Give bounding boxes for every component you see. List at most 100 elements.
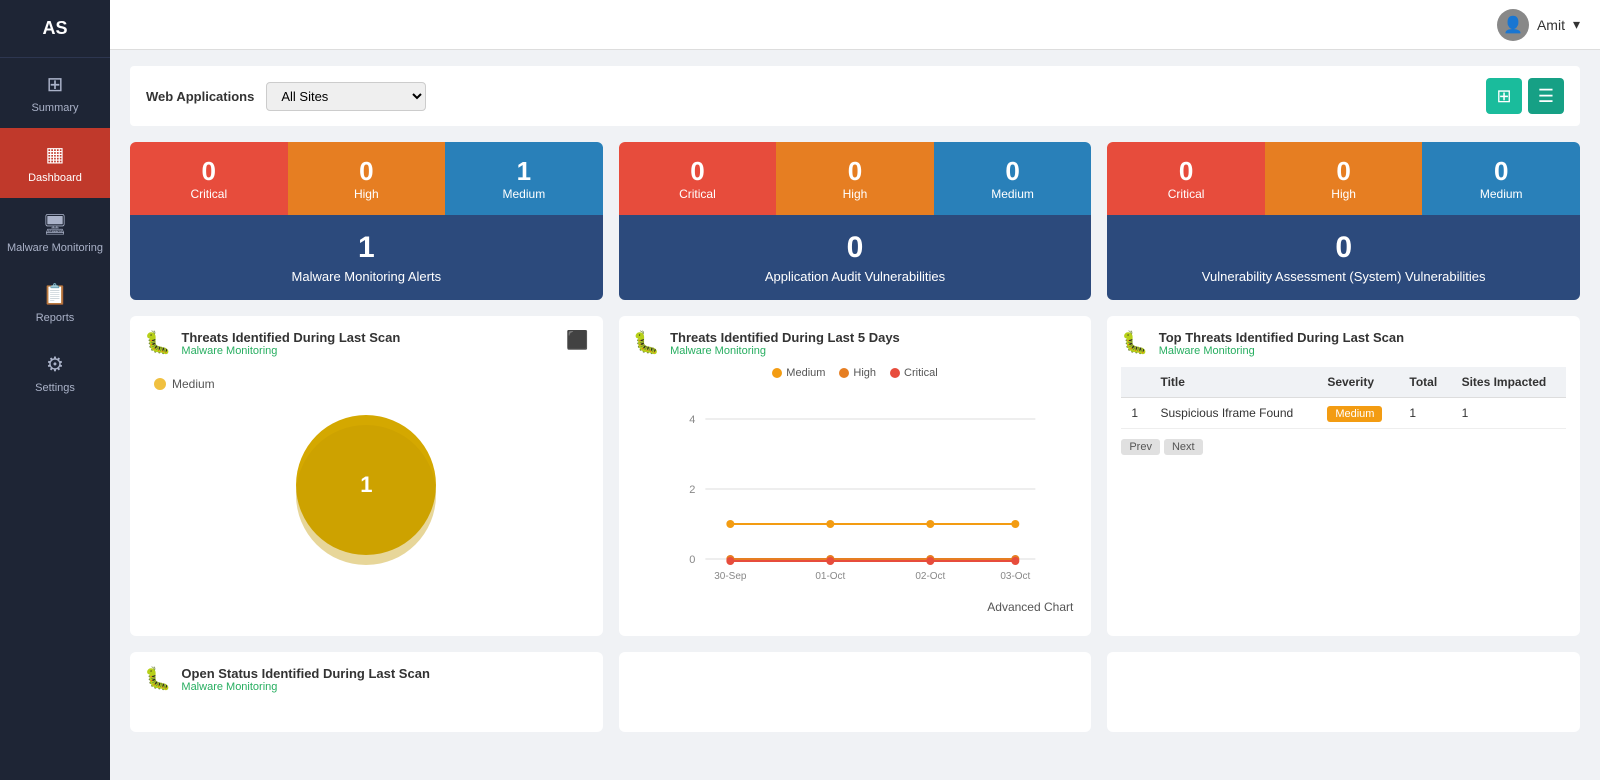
legend-medium: Medium (772, 367, 825, 379)
pie-area: Medium 1 (144, 367, 589, 575)
chart-last-5-days: 🐛 Threats Identified During Last 5 Days … (619, 316, 1092, 636)
col-sites: Sites Impacted (1452, 367, 1566, 398)
malware-high-label: High (298, 187, 436, 201)
line-chart-svg: 4 2 0 30-Sep 01-Oct 02-Oct 03-Oct (637, 389, 1074, 589)
reports-icon: 📋 (43, 282, 68, 307)
table-row: 1 Suspicious Iframe Found Medium 1 1 (1121, 398, 1566, 429)
chart2-header: 🐛 Threats Identified During Last 5 Days … (633, 330, 1078, 357)
vuln-stat-cards: 0 Critical 0 High 0 Medium (1107, 142, 1580, 215)
sidebar-item-reports[interactable]: 📋 Reports (0, 268, 110, 338)
malware-summary: 1 Malware Monitoring Alerts (130, 215, 603, 300)
sidebar: AS ⊞ Summary ▦ Dashboard 🖥 Malware Monit… (0, 0, 110, 780)
chart-placeholder-2 (619, 652, 1092, 732)
chart-placeholder-3 (1107, 652, 1580, 732)
stat-group-malware: 0 Critical 0 High 1 Medium 1 Malware Mon… (130, 142, 603, 300)
legend-medium-label: Medium (786, 367, 825, 379)
svg-text:4: 4 (689, 414, 695, 426)
vuln-high-label: High (1275, 187, 1413, 201)
sidebar-item-label-reports: Reports (36, 312, 75, 324)
app-critical-label: Critical (629, 187, 767, 201)
svg-text:01-Oct: 01-Oct (815, 571, 845, 582)
chart3-header: 🐛 Top Threats Identified During Last Sca… (1121, 330, 1566, 357)
app-medium-label: Medium (944, 187, 1082, 201)
app-total-label: Application Audit Vulnerabilities (629, 269, 1082, 284)
row-severity: Medium (1317, 398, 1399, 429)
app-audit-summary: 0 Application Audit Vulnerabilities (619, 215, 1092, 300)
bug-icon-1: 🐛 (144, 330, 171, 356)
summary-icon: ⊞ (47, 72, 64, 97)
chart3-title-block: Top Threats Identified During Last Scan … (1159, 330, 1566, 357)
vuln-medium-card: 0 Medium (1422, 142, 1580, 215)
malware-critical-card: 0 Critical (130, 142, 288, 215)
charts-row: 🐛 Threats Identified During Last Scan Ma… (130, 316, 1580, 636)
grid-view-icon[interactable]: ⊞ (1486, 78, 1522, 114)
vuln-summary: 0 Vulnerability Assessment (System) Vuln… (1107, 215, 1580, 300)
row-total: 1 (1399, 398, 1451, 429)
advanced-chart-link[interactable]: Advanced Chart (637, 600, 1074, 614)
topbar-user: 👤 Amit ▾ (1497, 9, 1580, 41)
app-critical-card: 0 Critical (619, 142, 777, 215)
legend-dot-medium (154, 378, 166, 390)
vuln-critical-card: 0 Critical (1107, 142, 1265, 215)
legend-critical: Critical (890, 367, 938, 379)
sidebar-item-summary[interactable]: ⊞ Summary (0, 58, 110, 128)
vuln-medium-value: 0 (1432, 156, 1570, 187)
row-title: Suspicious Iframe Found (1150, 398, 1317, 429)
row-num: 1 (1121, 398, 1150, 429)
bug-icon-2: 🐛 (633, 330, 660, 356)
app-medium-card: 0 Medium (934, 142, 1092, 215)
threats-table-body: 1 Suspicious Iframe Found Medium 1 1 (1121, 398, 1566, 429)
main-area: 👤 Amit ▾ Web Applications All Sites ⊞ ☰ (110, 0, 1600, 780)
chart2-subtitle: Malware Monitoring (670, 345, 1077, 357)
svg-text:0: 0 (689, 554, 695, 566)
sidebar-item-label-settings: Settings (35, 382, 75, 394)
malware-stat-cards: 0 Critical 0 High 1 Medium (130, 142, 603, 215)
legend-dot-critical-line (890, 368, 900, 378)
col-title: Title (1150, 367, 1317, 398)
bug-icon-3: 🐛 (1121, 330, 1148, 356)
sidebar-item-malware-monitoring[interactable]: 🖥 Malware Monitoring (0, 198, 110, 268)
vuln-high-card: 0 High (1265, 142, 1423, 215)
next-button[interactable]: Next (1164, 439, 1203, 455)
site-filter-select[interactable]: All Sites (266, 82, 426, 111)
dashboard-icon: ▦ (46, 142, 65, 167)
malware-high-value: 0 (298, 156, 436, 187)
col-total: Total (1399, 367, 1451, 398)
pie-legend: Medium (144, 377, 215, 391)
app-high-label: High (786, 187, 924, 201)
chart1-header: 🐛 Threats Identified During Last Scan Ma… (144, 330, 589, 357)
threats-table-head: Title Severity Total Sites Impacted (1121, 367, 1566, 398)
severity-badge: Medium (1327, 406, 1382, 422)
username-label: Amit (1537, 17, 1565, 33)
line-legend: Medium High Critical (637, 367, 1074, 379)
user-dropdown-icon[interactable]: ▾ (1573, 16, 1580, 33)
pie-legend-label: Medium (172, 377, 215, 391)
prev-button[interactable]: Prev (1121, 439, 1160, 455)
col-severity: Severity (1317, 367, 1399, 398)
sidebar-item-dashboard[interactable]: ▦ Dashboard (0, 128, 110, 198)
chart3-title: Top Threats Identified During Last Scan (1159, 330, 1566, 345)
vuln-total-value: 0 (1117, 231, 1570, 265)
legend-critical-label: Critical (904, 367, 938, 379)
legend-dot-high-line (839, 368, 849, 378)
content-area: Web Applications All Sites ⊞ ☰ 0 Critica… (110, 50, 1600, 780)
chart-last-scan: 🐛 Threats Identified During Last Scan Ma… (130, 316, 603, 636)
bug-icon-4: 🐛 (144, 666, 171, 692)
sidebar-item-settings[interactable]: ⚙ Settings (0, 338, 110, 408)
svg-text:2: 2 (689, 484, 695, 496)
chart2-title-block: Threats Identified During Last 5 Days Ma… (670, 330, 1077, 357)
pie-chart: 1 (286, 405, 446, 565)
export-icon-1[interactable]: ⬛ (566, 330, 588, 351)
list-view-icon[interactable]: ☰ (1528, 78, 1564, 114)
malware-critical-value: 0 (140, 156, 278, 187)
malware-total-label: Malware Monitoring Alerts (140, 269, 593, 284)
legend-dot-medium-line (772, 368, 782, 378)
malware-medium-label: Medium (455, 187, 593, 201)
legend-high: High (839, 367, 876, 379)
sidebar-logo: AS (0, 0, 110, 58)
monitor-icon: 🖥 (42, 212, 67, 237)
chart1-title: Threats Identified During Last Scan (181, 330, 556, 345)
app-medium-value: 0 (944, 156, 1082, 187)
avatar: 👤 (1497, 9, 1529, 41)
chart4-subtitle: Malware Monitoring (181, 681, 588, 693)
